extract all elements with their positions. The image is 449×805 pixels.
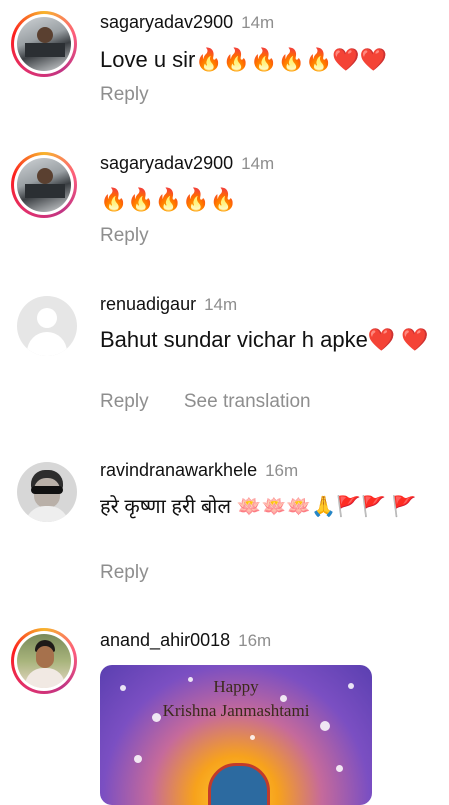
username[interactable]: sagaryadav2900 14m — [100, 12, 274, 33]
comment-text: हरे कृष्णा हरी बोल 🪷🪷🪷🙏🚩🚩 🚩 — [100, 496, 417, 518]
comment-actions: Reply — [100, 562, 179, 584]
avatar-story-ring[interactable] — [11, 152, 77, 218]
comment-actions: Reply See translation — [100, 391, 341, 413]
reply-button[interactable]: Reply — [100, 225, 149, 246]
avatar[interactable] — [17, 296, 77, 356]
comment-text: Love u sir🔥🔥🔥🔥🔥❤️❤️ — [100, 47, 388, 72]
avatar — [17, 158, 71, 212]
reply-button[interactable]: Reply — [100, 391, 149, 412]
avatar — [17, 17, 71, 71]
comment-actions: Reply — [100, 84, 179, 106]
sunglasses-icon — [31, 486, 63, 494]
avatar — [17, 634, 71, 688]
avatar[interactable] — [17, 462, 77, 522]
username[interactable]: sagaryadav2900 14m — [100, 153, 274, 174]
username[interactable]: anand_ahir0018 16m — [100, 630, 271, 651]
comment-text: 🔥🔥🔥🔥🔥 — [100, 187, 237, 212]
timestamp: 16m — [265, 461, 299, 480]
timestamp: 16m — [238, 631, 272, 650]
username[interactable]: renuadigaur 14m — [100, 294, 237, 315]
see-translation-button[interactable]: See translation — [184, 391, 311, 412]
comment-image[interactable]: Happy Krishna Janmashtami — [100, 665, 372, 805]
avatar-story-ring[interactable] — [11, 11, 77, 77]
username[interactable]: ravindranawarkhele 16m — [100, 460, 298, 481]
timestamp: 14m — [241, 13, 275, 32]
avatar-story-ring[interactable] — [11, 628, 77, 694]
image-title-line1: Happy — [213, 677, 259, 696]
reply-button[interactable]: Reply — [100, 84, 149, 105]
comment-actions: Reply — [100, 225, 179, 247]
comment-text: Bahut sundar vichar h apke❤️ ❤️ — [100, 327, 429, 352]
timestamp: 14m — [204, 295, 238, 314]
krishna-figure — [208, 763, 270, 805]
reply-button[interactable]: Reply — [100, 562, 149, 583]
timestamp: 14m — [241, 154, 275, 173]
default-avatar-icon — [37, 308, 57, 328]
image-title-line2: Krishna Janmashtami — [162, 701, 310, 720]
